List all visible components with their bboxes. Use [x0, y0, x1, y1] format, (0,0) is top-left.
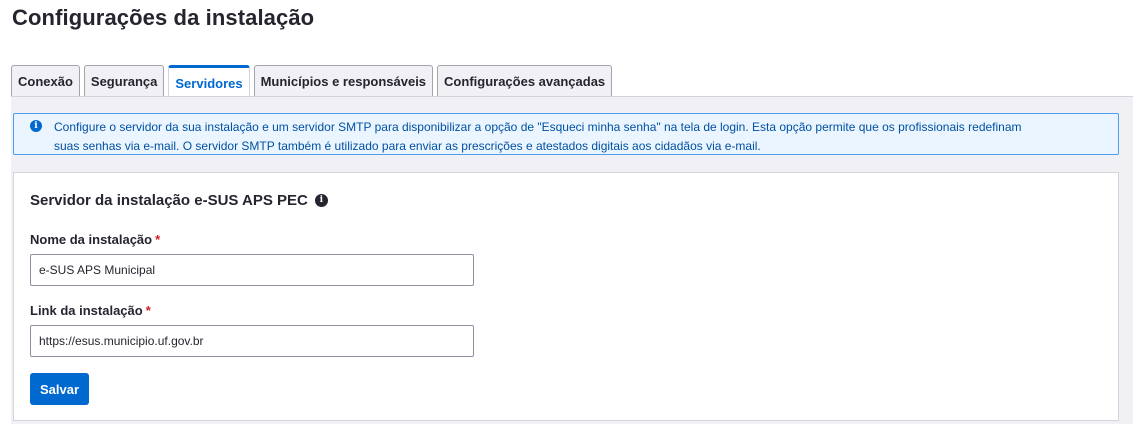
- required-mark: *: [145, 303, 151, 318]
- server-settings-card: Servidor da instalação e-SUS APS PEC i N…: [13, 172, 1119, 421]
- info-icon: i: [30, 120, 42, 132]
- installation-name-label: Nome da instalação *: [30, 232, 160, 247]
- installation-name-input[interactable]: [30, 254, 474, 286]
- tab-municipios[interactable]: Municípios e responsáveis: [253, 65, 434, 97]
- required-mark: *: [155, 232, 161, 247]
- alert-text-line-1: Configure o servidor da sua instalação e…: [54, 120, 1022, 134]
- installation-link-input[interactable]: [30, 325, 474, 357]
- installation-name-label-text: Nome da instalação: [30, 232, 153, 247]
- alert-text-line-2: suas senhas via e-mail. O servidor SMTP …: [54, 139, 761, 153]
- info-alert: i Configure o servidor da sua instalação…: [13, 113, 1119, 155]
- section-title: Servidor da instalação e-SUS APS PEC i: [30, 192, 328, 209]
- installation-link-label: Link da instalação *: [30, 303, 151, 318]
- save-button[interactable]: Salvar: [30, 373, 89, 405]
- tab-seguranca[interactable]: Segurança: [83, 65, 165, 97]
- tab-conexao[interactable]: Conexão: [11, 65, 80, 97]
- section-title-text: Servidor da instalação e-SUS APS PEC: [30, 192, 308, 209]
- installation-link-label-text: Link da instalação: [30, 303, 143, 318]
- tab-bar: Conexão Segurança Servidores Municípios …: [11, 65, 613, 98]
- help-icon[interactable]: i: [314, 194, 328, 207]
- tab-servidores[interactable]: Servidores: [168, 65, 250, 98]
- tab-configuracoes-avancadas[interactable]: Configurações avançadas: [437, 65, 613, 97]
- page-title: Configurações da instalação: [12, 5, 315, 30]
